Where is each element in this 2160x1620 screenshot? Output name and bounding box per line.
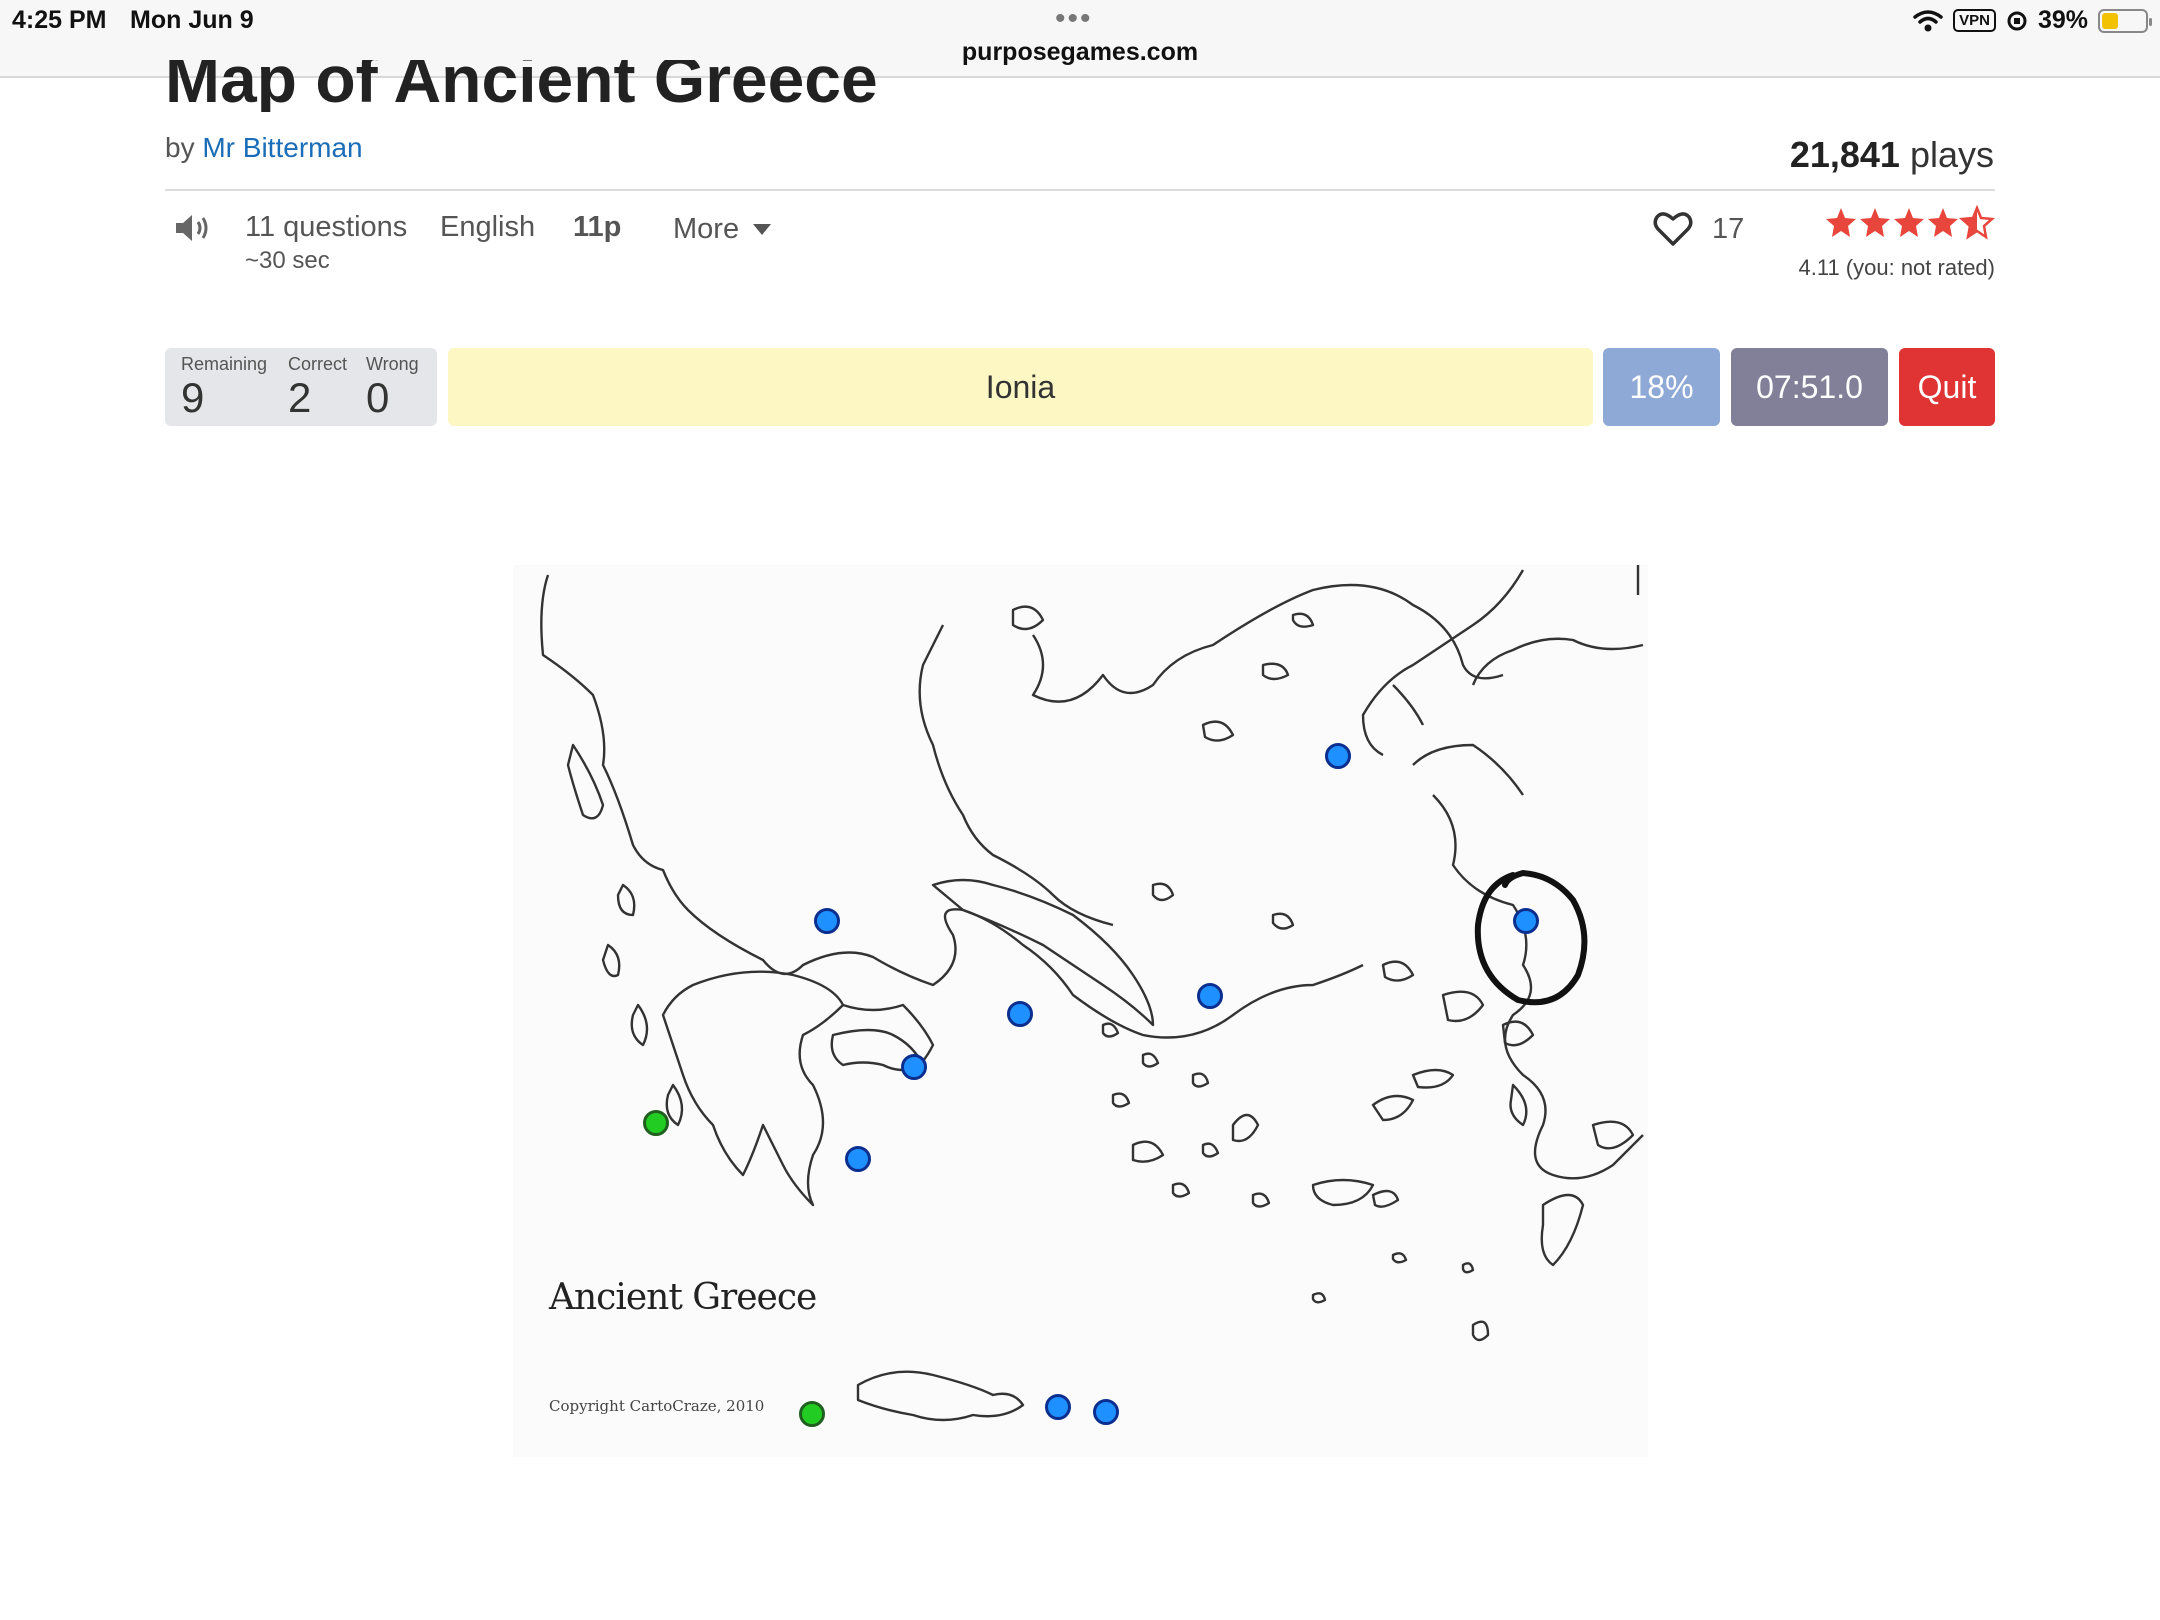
byline: by Mr Bitterman [165, 132, 363, 164]
star-icon [1860, 208, 1890, 237]
quiz-points: 11p [573, 211, 622, 243]
status-date: Mon Jun 9 [130, 6, 254, 34]
map-target-dot[interactable] [1093, 1399, 1119, 1425]
map-canvas[interactable]: Ancient Greece Copyright CartoCraze, 201… [513, 565, 1648, 1457]
map-answered-dot[interactable] [643, 1110, 669, 1136]
correct-column: Correct 2 [288, 354, 347, 421]
quit-button[interactable]: Quit [1899, 348, 1995, 426]
correct-label: Correct [288, 354, 348, 374]
like-count: 17 [1712, 213, 1745, 245]
remaining-label: Remaining [181, 354, 268, 374]
wifi-icon [1913, 9, 1943, 31]
remaining-value: 9 [181, 374, 205, 421]
plays-label: plays [1909, 134, 1994, 175]
star-rating[interactable] [1825, 205, 1995, 245]
question-prompt: Ionia [448, 348, 1593, 426]
author-link[interactable]: Mr Bitterman [202, 132, 362, 163]
battery-percent: 39% [2037, 6, 2088, 34]
heart-icon[interactable] [1653, 210, 1693, 248]
wrong-column: Wrong 0 [366, 354, 419, 421]
status-time: 4:25 PM [12, 6, 107, 34]
more-label: More [673, 213, 740, 245]
annotation-circle [1474, 869, 1588, 1006]
map-target-dot[interactable] [1197, 983, 1223, 1009]
map-answered-dot[interactable] [799, 1401, 825, 1427]
quiz-timer: 07:51.0 [1731, 348, 1888, 426]
correct-value: 2 [288, 374, 312, 421]
question-count: 11 questions [245, 211, 408, 243]
star-icon [1826, 208, 1856, 237]
orientation-lock-icon [2007, 11, 2027, 30]
map-target-dot[interactable] [901, 1054, 927, 1080]
multitasking-dots-icon[interactable]: ••• [1055, 2, 1093, 36]
speaker-icon[interactable] [173, 211, 213, 245]
estimated-duration: ~30 sec [245, 247, 330, 274]
chevron-down-icon [753, 224, 772, 235]
star-icon [1894, 208, 1924, 237]
remaining-column: Remaining 9 [181, 354, 267, 421]
quiz-meta-row: 11 questions ~30 sec English 11p More 17… [165, 205, 1995, 285]
map-target-dot[interactable] [814, 908, 840, 934]
status-right-group: VPN 39% [1913, 6, 2152, 35]
battery-icon [2098, 8, 2152, 33]
wrong-value: 0 [366, 374, 390, 421]
map-target-dot[interactable] [1007, 1001, 1033, 1027]
progress-percent: 18% [1603, 348, 1720, 426]
map-target-dot[interactable] [845, 1146, 871, 1172]
vpn-badge: VPN [1953, 9, 1996, 32]
star-icon [1928, 208, 1958, 237]
quiz-language: English [440, 211, 536, 243]
byline-prefix: by [165, 132, 195, 163]
more-dropdown[interactable]: More [673, 213, 772, 246]
score-panel: Remaining 9 Correct 2 Wrong 0 [165, 348, 437, 426]
wrong-label: Wrong [366, 354, 419, 374]
plays-number: 21,841 [1789, 134, 1900, 175]
header-divider [165, 189, 1995, 191]
play-count: 21,841 plays [1790, 134, 1994, 176]
map-target-dot[interactable] [1325, 743, 1351, 769]
map-target-dot[interactable] [1045, 1394, 1071, 1420]
map-copyright: Copyright CartoCraze, 2010 [549, 1397, 765, 1415]
map-title: Ancient Greece [549, 1277, 817, 1318]
rating-text: 4.11 (you: not rated) [1798, 255, 1996, 280]
